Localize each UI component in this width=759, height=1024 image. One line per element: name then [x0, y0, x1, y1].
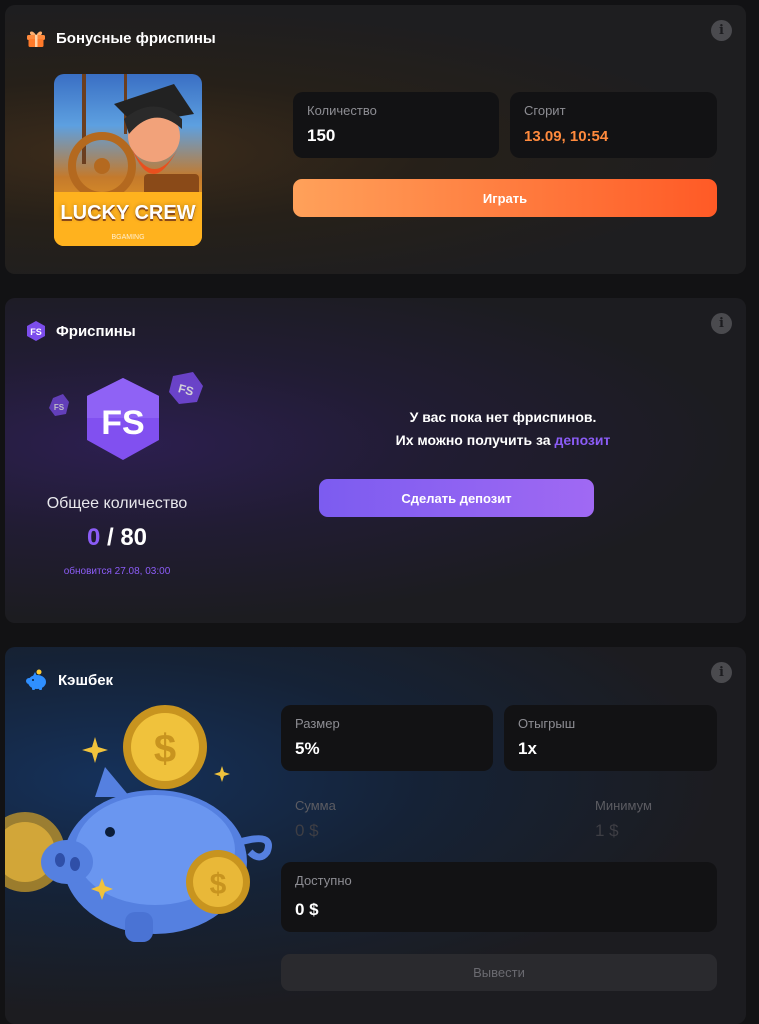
sum-row: Сумма 0 $ Минимум 1 $	[281, 787, 717, 853]
size-panel: Размер 5%	[281, 705, 493, 771]
bonus-freespins-card: Бонусные фриспины i LUCKY CREW BGAMING К…	[5, 5, 746, 274]
svg-text:$: $	[210, 868, 227, 901]
svg-text:FS: FS	[54, 403, 65, 412]
freespins-used: 0	[86, 524, 101, 551]
svg-text:FS: FS	[101, 404, 144, 442]
freespins-card: FS Фриспины i FS FS FS Общее количество …	[5, 298, 746, 623]
bonus-freespins-header: Бонусные фриспины	[25, 27, 216, 49]
available-label: Доступно	[295, 873, 352, 888]
freespins-updated: обновится 27.08, 03:00	[63, 566, 171, 577]
info-icon[interactable]: i	[711, 313, 732, 334]
fs-illustration: FS FS FS	[49, 372, 203, 460]
game-provider: BGAMING	[111, 234, 145, 241]
piggy-bank-illustration: $ $	[5, 705, 272, 942]
freespins-total: 80	[120, 524, 148, 551]
info-icon[interactable]: i	[711, 20, 732, 41]
empty-message: У вас пока нет фриспинов. Их можно получ…	[273, 406, 733, 452]
info-icon[interactable]: i	[711, 662, 732, 683]
empty-line-1: У вас пока нет фриспинов.	[409, 409, 597, 425]
total-label: Общее количество	[46, 495, 188, 512]
expires-value: 13.09, 10:54	[524, 128, 609, 145]
svg-text:FS: FS	[30, 327, 42, 337]
empty-line-2: Их можно получить за депозит	[273, 429, 733, 452]
sum-label: Сумма	[295, 798, 336, 813]
cashback-title: Кэшбек	[58, 671, 114, 689]
sum-value: 0 $	[295, 821, 319, 840]
cashback-header: Кэшбек	[25, 669, 113, 691]
make-deposit-button[interactable]: Сделать депозит	[319, 479, 594, 517]
size-value: 5%	[295, 739, 320, 758]
withdraw-button[interactable]: Вывести	[281, 954, 717, 991]
piggy-bank-icon	[25, 669, 49, 691]
svg-text:$: $	[154, 727, 176, 771]
fs-badge-icon: FS	[25, 320, 47, 342]
bonus-freespins-title: Бонусные фриспины	[56, 29, 216, 47]
freespins-counter: 0 / 80	[5, 524, 229, 552]
freespins-title: Фриспины	[56, 322, 136, 340]
play-button[interactable]: Играть	[293, 179, 717, 217]
gift-icon	[25, 27, 47, 49]
available-panel: Доступно 0 $	[281, 862, 717, 932]
expires-label: Сгорит	[524, 103, 566, 118]
freespins-separator: /	[100, 524, 121, 551]
expires-panel: Сгорит 13.09, 10:54	[510, 92, 717, 158]
wager-value: 1x	[518, 739, 537, 758]
wager-label: Отыгрыш	[518, 716, 576, 731]
min-label: Минимум	[595, 798, 652, 813]
quantity-panel: Количество 150	[293, 92, 499, 158]
quantity-value: 150	[307, 126, 336, 145]
freespins-header: FS Фриспины	[25, 320, 136, 342]
game-thumbnail[interactable]: LUCKY CREW BGAMING	[54, 74, 202, 246]
available-value: 0 $	[295, 900, 319, 919]
empty-line-2-text: Их можно получить за	[395, 432, 555, 448]
wager-panel: Отыгрыш 1x	[504, 705, 717, 771]
deposit-link[interactable]: депозит	[554, 432, 610, 448]
min-value: 1 $	[595, 821, 619, 840]
size-label: Размер	[295, 716, 340, 731]
quantity-label: Количество	[307, 103, 377, 118]
cashback-card: Кэшбек i $ $ Размер 5% Отыгрыш 1x Сумма …	[5, 647, 746, 1024]
game-name: LUCKY CREW	[60, 202, 196, 224]
